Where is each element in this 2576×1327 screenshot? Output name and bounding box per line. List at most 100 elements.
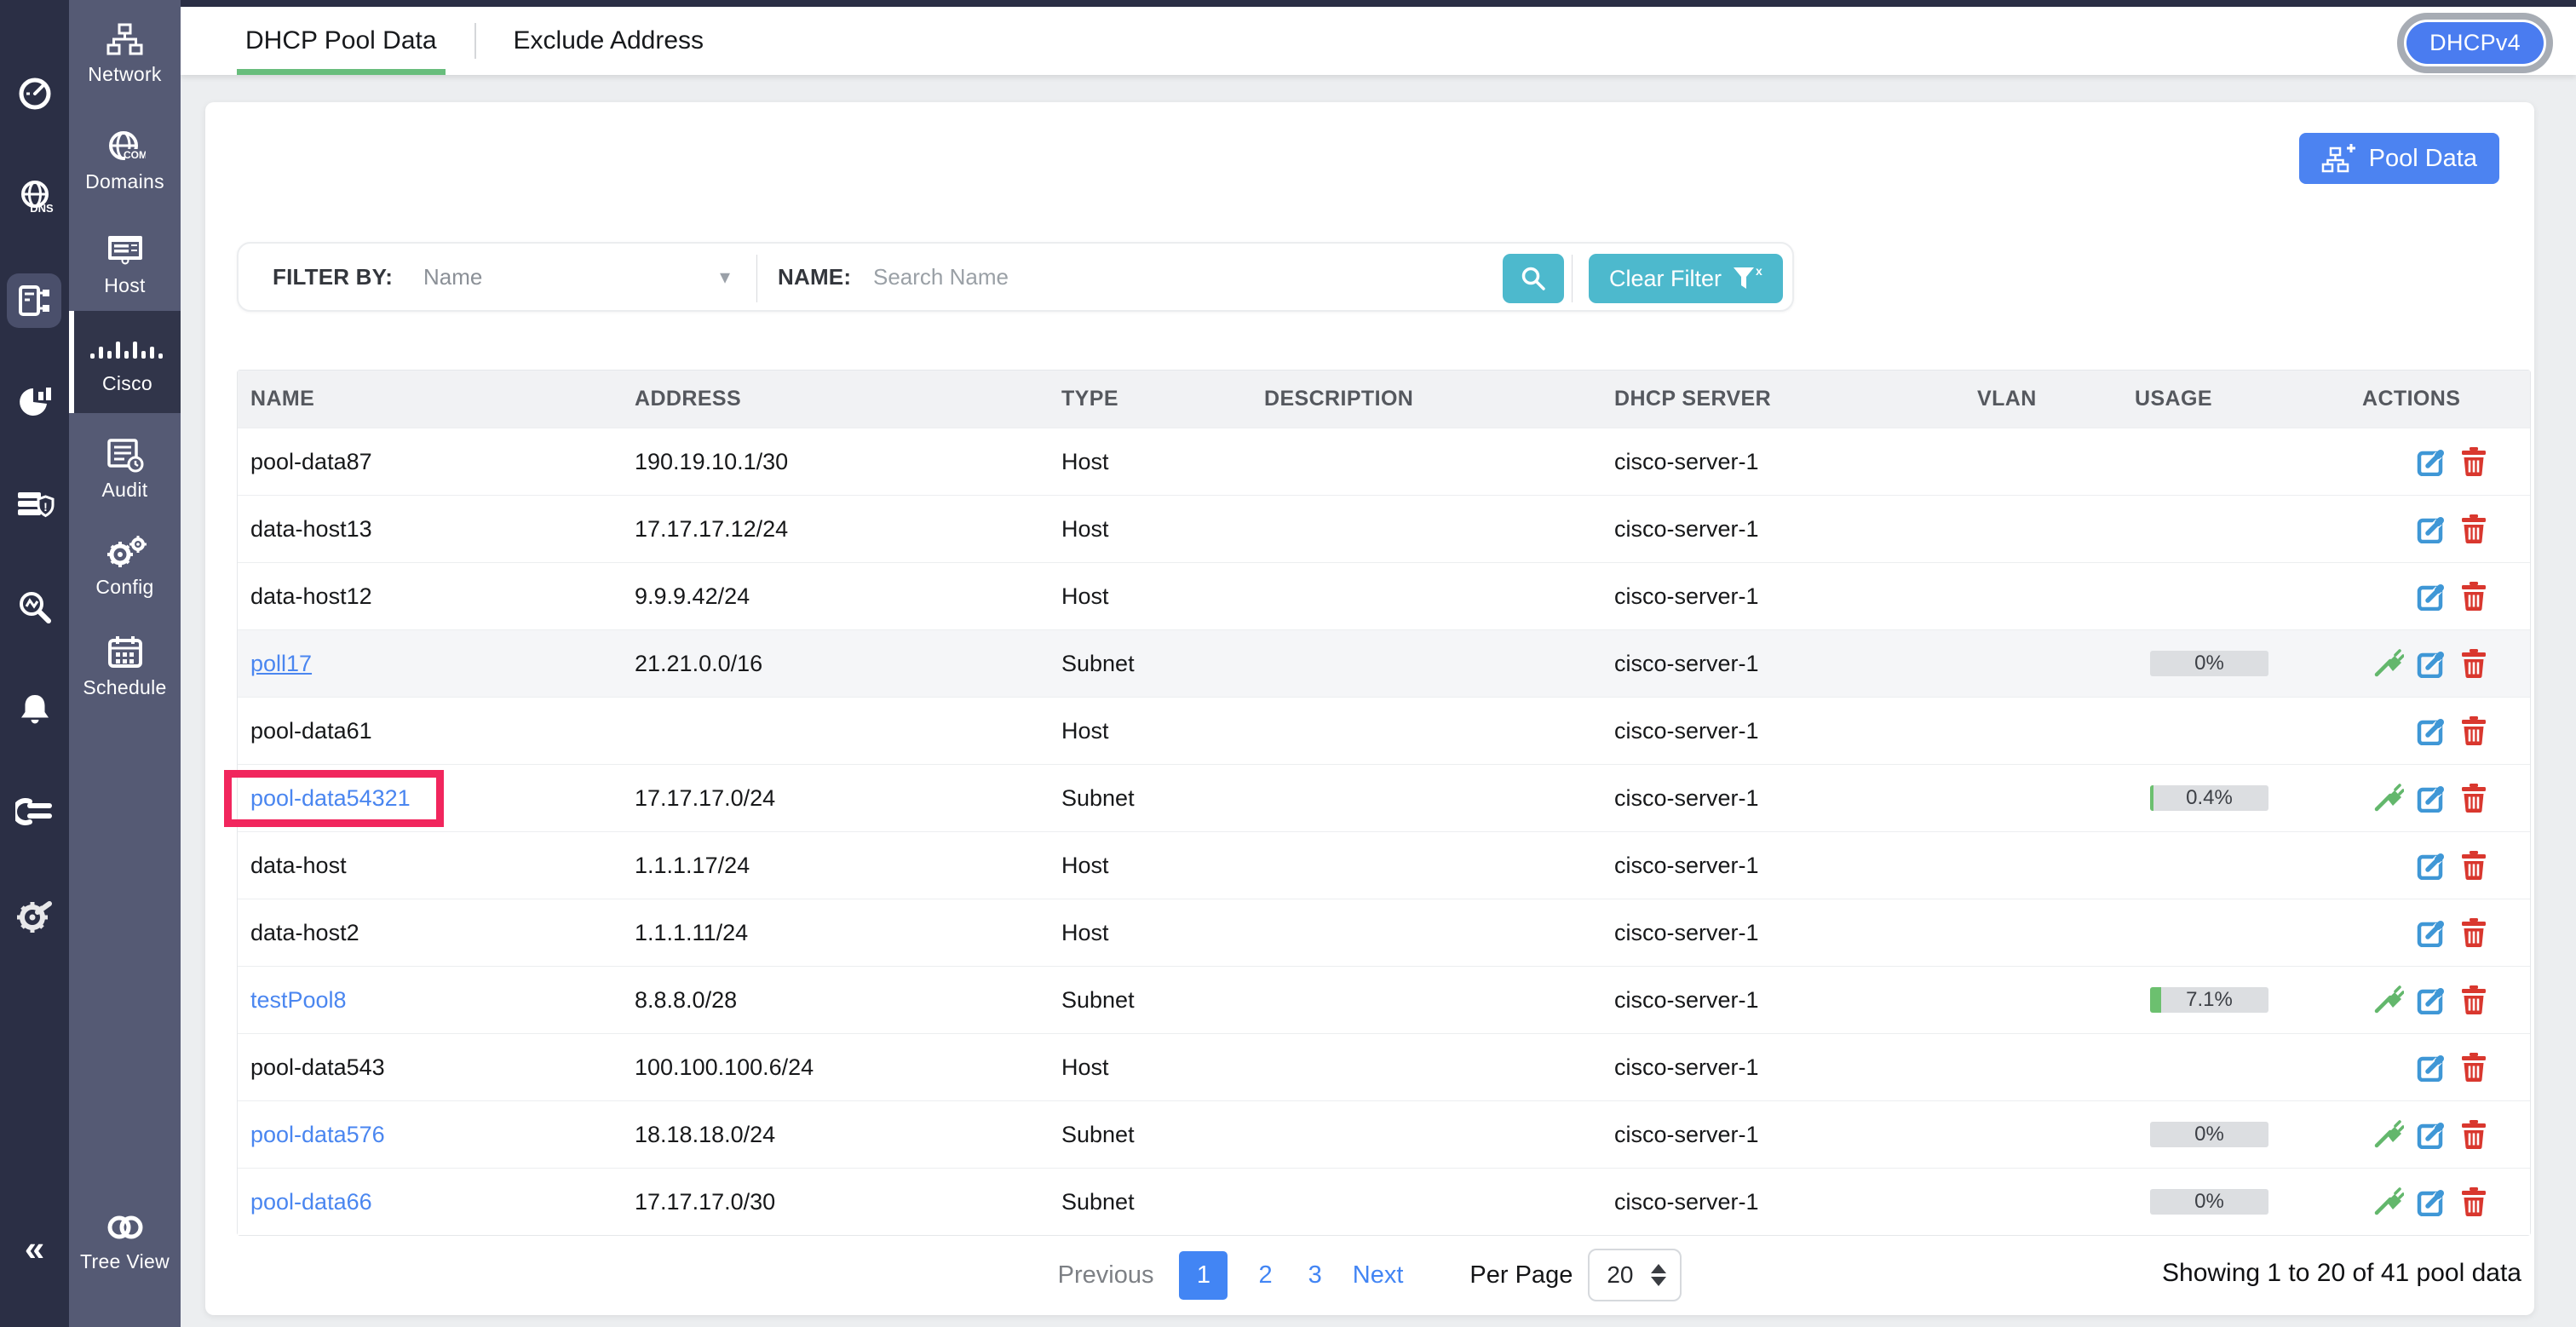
tab-exclude-address[interactable]: Exclude Address (509, 7, 709, 75)
cell-type: Host (1049, 832, 1251, 899)
sidebar-item-audit[interactable]: Audit (69, 436, 181, 502)
security-icon[interactable]: ! (0, 474, 69, 535)
showing-summary: Showing 1 to 20 of 41 pool data (2162, 1259, 2521, 1288)
sidebar-item-host[interactable]: Host (69, 232, 181, 297)
dashboard-icon[interactable] (0, 63, 69, 124)
broom-action-placeholder (2373, 514, 2404, 544)
cell-usage (2122, 563, 2349, 629)
ipam-icon[interactable] (7, 273, 61, 328)
connector-icon[interactable] (0, 781, 69, 842)
cell-vlan (1964, 899, 2122, 966)
edit-icon (2417, 1120, 2446, 1149)
per-page-select[interactable]: 20 (1588, 1249, 1682, 1301)
edit-action-button[interactable] (2416, 1052, 2447, 1083)
broom-action-button[interactable] (2373, 648, 2404, 679)
page-1-button[interactable]: 1 (1179, 1251, 1228, 1300)
edit-action-button[interactable] (2416, 514, 2447, 544)
delete-action-button[interactable] (2458, 985, 2489, 1015)
edit-action-button[interactable] (2416, 850, 2447, 881)
filter-by-dropdown[interactable]: Name (423, 244, 482, 310)
broom-icon (2373, 985, 2404, 1014)
cell-description (1251, 1169, 1601, 1235)
sidebar-item-tree-view[interactable]: Tree View (69, 1208, 181, 1273)
broom-action-button[interactable] (2373, 1119, 2404, 1150)
edit-action-button[interactable] (2416, 648, 2447, 679)
pool-data-card: Pool Data FILTER BY: Name ▾ NAME: Clear … (205, 102, 2534, 1315)
pool-name-link[interactable]: pool-data576 (250, 1122, 385, 1148)
table-row: pool-data57618.18.18.0/24Subnetcisco-ser… (238, 1100, 2530, 1168)
pool-name-link[interactable]: pool-data66 (250, 1189, 372, 1215)
sidebar-item-cisco[interactable]: Cisco (69, 311, 181, 413)
cell-address: 21.21.0.0/16 (622, 630, 1049, 697)
edit-action-button[interactable] (2416, 985, 2447, 1015)
page-2-button[interactable]: 2 (1253, 1261, 1277, 1290)
delete-action-button[interactable] (2458, 514, 2489, 544)
tools-icon[interactable] (0, 886, 69, 947)
delete-action-button[interactable] (2458, 715, 2489, 746)
page-3-button[interactable]: 3 (1303, 1261, 1327, 1290)
tab-dhcp-pool-data[interactable]: DHCP Pool Data (240, 7, 442, 75)
cell-address: 9.9.9.42/24 (622, 563, 1049, 629)
network-icon (69, 20, 181, 60)
edit-action-button[interactable] (2416, 917, 2447, 948)
notifications-icon[interactable] (0, 679, 69, 740)
edit-action-button[interactable] (2416, 446, 2447, 477)
host-icon (69, 232, 181, 271)
edit-action-button[interactable] (2416, 581, 2447, 612)
sidebar-item-domains[interactable]: COM Domains (69, 128, 181, 193)
cell-usage: 0% (2122, 630, 2349, 697)
edit-icon (2417, 1187, 2446, 1216)
delete-icon (2461, 985, 2487, 1014)
cell-vlan (1964, 1101, 2122, 1168)
cell-name: data-host2 (238, 899, 622, 966)
delete-action-button[interactable] (2458, 917, 2489, 948)
add-pool-data-button[interactable]: Pool Data (2299, 133, 2499, 184)
edit-action-button[interactable] (2416, 1119, 2447, 1150)
broom-action-button[interactable] (2373, 1186, 2404, 1217)
sidebar-item-network[interactable]: Network (69, 20, 181, 86)
next-page-button[interactable]: Next (1353, 1261, 1404, 1290)
protocol-toggle[interactable]: DHCPv4 (2397, 13, 2553, 73)
reports-icon[interactable] (0, 371, 69, 432)
discovery-icon[interactable] (0, 577, 69, 639)
pool-name-link[interactable]: pool-data54321 (250, 785, 411, 812)
cell-address: 190.19.10.1/30 (622, 428, 1049, 495)
delete-action-button[interactable] (2458, 783, 2489, 813)
pool-name-link[interactable]: poll17 (250, 651, 312, 677)
edit-icon (2417, 514, 2446, 543)
name-label: NAME: (778, 264, 851, 290)
delete-action-button[interactable] (2458, 850, 2489, 881)
cell-dhcp-server: cisco-server-1 (1601, 832, 1964, 899)
edit-icon (2417, 851, 2446, 880)
per-page-label: Per Page (1469, 1261, 1573, 1290)
cell-description (1251, 1034, 1601, 1100)
usage-bar: 7.1% (2150, 987, 2268, 1013)
broom-action-button[interactable] (2373, 985, 2404, 1015)
sidebar-item-config[interactable]: Config (69, 533, 181, 599)
delete-action-button[interactable] (2458, 1052, 2489, 1083)
delete-action-button[interactable] (2458, 446, 2489, 477)
search-button[interactable] (1503, 254, 1564, 303)
clear-filter-button[interactable]: Clear Filter x (1589, 254, 1783, 303)
collapse-icon[interactable]: « (0, 1218, 69, 1279)
delete-action-button[interactable] (2458, 581, 2489, 612)
pool-name-link[interactable]: testPool8 (250, 987, 347, 1014)
cell-usage (2122, 832, 2349, 899)
cell-name: testPool8 (238, 967, 622, 1033)
search-name-input[interactable] (873, 264, 1469, 290)
chevron-down-icon[interactable]: ▾ (720, 244, 730, 310)
edit-action-button[interactable] (2416, 783, 2447, 813)
edit-action-button[interactable] (2416, 1186, 2447, 1217)
previous-page-button[interactable]: Previous (1058, 1261, 1154, 1290)
cell-name: pool-data61 (238, 698, 622, 764)
dns-icon[interactable]: DNS (0, 167, 69, 228)
sidebar-item-schedule[interactable]: Schedule (69, 634, 181, 699)
delete-action-button[interactable] (2458, 648, 2489, 679)
delete-action-button[interactable] (2458, 1186, 2489, 1217)
pool-name-text: data-host13 (250, 516, 372, 543)
delete-action-button[interactable] (2458, 1119, 2489, 1150)
broom-action-button[interactable] (2373, 783, 2404, 813)
edit-action-button[interactable] (2416, 715, 2447, 746)
cell-usage: 0.4% (2122, 765, 2349, 831)
cell-vlan (1964, 1034, 2122, 1100)
